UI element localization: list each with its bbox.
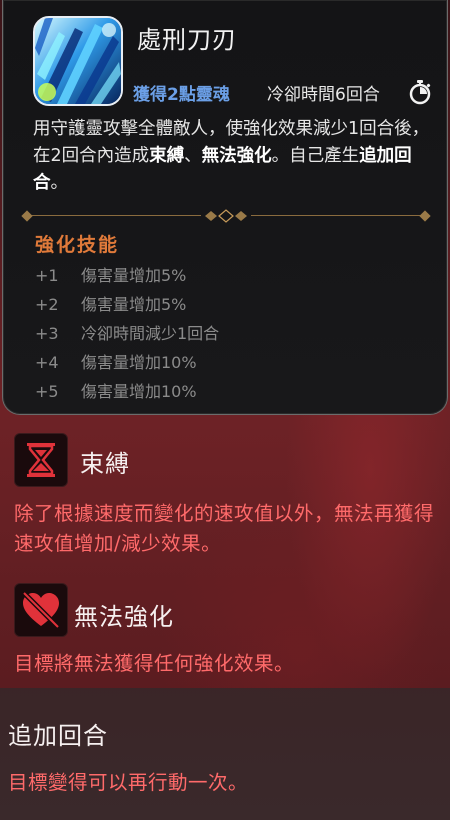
- hourglass-icon: [14, 433, 68, 487]
- enhance-level: +3: [35, 324, 59, 343]
- desc-keyword-bind[interactable]: 束縛: [149, 146, 184, 166]
- enhance-title: 強化技能: [35, 234, 120, 256]
- enhance-text: 傷害量增加10%: [81, 382, 197, 401]
- enhance-text: 傷害量增加5%: [81, 266, 187, 285]
- skill-card: 處刑刀刃 獲得2點靈魂 冷卻時間6回合 用守護靈攻擊全體敵人，使強化效果減少1回…: [2, 0, 448, 415]
- desc-keyword-unbuffable[interactable]: 無法強化: [202, 146, 272, 166]
- blue-blade-icon: [33, 16, 123, 106]
- skill-name: 處刑刀刃: [137, 26, 237, 54]
- enhance-text: 傷害量增加10%: [81, 353, 197, 372]
- enhance-level: +4: [35, 353, 59, 372]
- enhance-row: +4 傷害量增加10%: [35, 349, 219, 378]
- soul-gain-label: 獲得2點靈魂: [133, 85, 230, 105]
- enhance-text: 傷害量增加5%: [81, 295, 187, 314]
- enhance-level: +5: [35, 382, 59, 401]
- stopwatch-icon: [407, 79, 433, 105]
- effect-name-unbuffable: 無法強化: [74, 603, 174, 631]
- skill-tooltip-screen: 處刑刀刃 獲得2點靈魂 冷卻時間6回合 用守護靈攻擊全體敵人，使強化效果減少1回…: [0, 0, 450, 820]
- desc-text-3: 。: [50, 173, 69, 193]
- effect-desc-extra-turn: 目標變得可以再行動一次。: [8, 771, 249, 794]
- enhance-row: +5 傷害量增加10%: [35, 378, 219, 407]
- enhance-row: +2 傷害量增加5%: [35, 291, 219, 320]
- enhance-level: +1: [35, 266, 59, 285]
- extra-turn-panel: [0, 688, 450, 820]
- enhance-list: +1 傷害量增加5% +2 傷害量增加5% +3 冷卻時間減少1回合 +4 傷害量增加1…: [35, 262, 219, 407]
- broken-heart-icon: [14, 583, 68, 637]
- enhance-row: +1 傷害量增加5%: [35, 262, 219, 291]
- ornament-divider: [21, 208, 431, 224]
- enhance-row: +3 冷卻時間減少1回合: [35, 320, 219, 349]
- effect-desc-unbuffable: 目標將無法獲得任何強化效果。: [14, 652, 295, 675]
- enhance-text: 冷卻時間減少1回合: [81, 324, 220, 343]
- enhance-level: +2: [35, 295, 59, 314]
- desc-text-2: 。自己產生: [271, 146, 360, 166]
- effect-desc-bind: 除了根據速度而變化的速攻值以外，無法再獲得速攻值增加/減少效果。: [14, 502, 435, 555]
- effect-name-extra-turn: 追加回合: [8, 722, 108, 750]
- skill-description: 用守護靈攻擊全體敵人，使強化效果減少1回合後，在2回合內造成束縛、無法強化。自己…: [33, 116, 433, 197]
- effect-name-bind: 束縛: [80, 450, 130, 478]
- cooldown-label: 冷卻時間6回合: [267, 85, 380, 105]
- desc-separator: 、: [184, 146, 202, 166]
